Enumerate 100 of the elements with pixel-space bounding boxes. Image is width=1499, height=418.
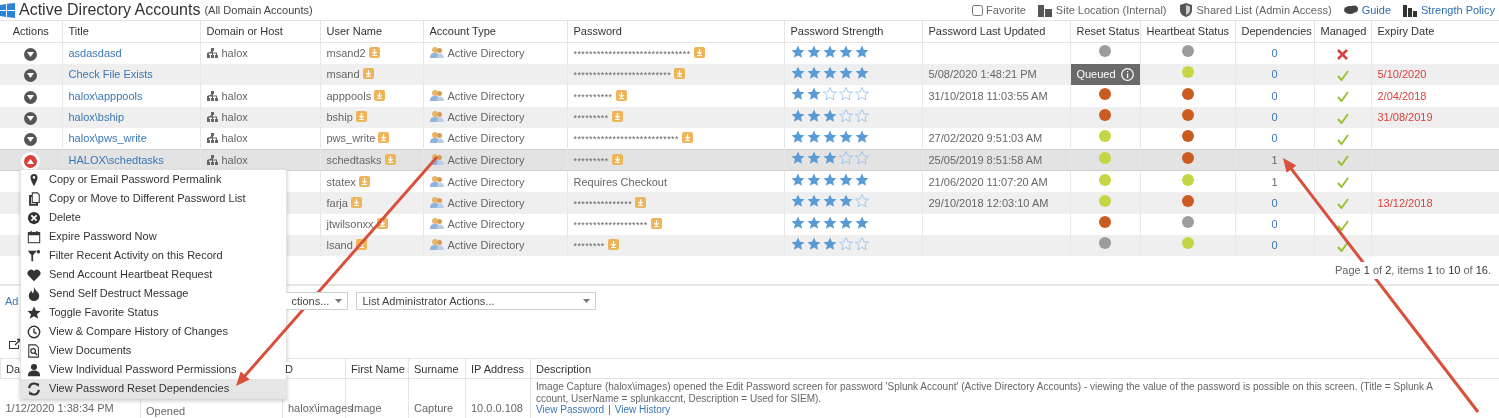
favorite-label: Favorite xyxy=(986,2,1026,18)
column-header: Expiry Date xyxy=(1371,20,1499,43)
star-icon xyxy=(838,236,853,250)
network-icon xyxy=(206,48,218,59)
updated-date: 31/10/2018 11:03:55 AM xyxy=(928,89,1048,102)
account-type: Active Directory xyxy=(447,218,525,231)
dependencies-link[interactable]: 0 xyxy=(1271,47,1278,60)
user-name: msand2 xyxy=(326,47,366,60)
flame-icon xyxy=(27,286,41,301)
favorite-checkbox[interactable] xyxy=(972,4,984,16)
row-actions-button[interactable] xyxy=(24,154,38,168)
history-link[interactable]: View Password xyxy=(536,404,605,416)
menu-item[interactable]: Toggle Favorite Status xyxy=(21,303,286,322)
menu-item[interactable]: Send Self Destruct Message xyxy=(21,284,286,303)
header-info: Shared List (Admin Access) xyxy=(1196,2,1332,18)
users-icon xyxy=(429,88,444,102)
history-link[interactable]: View History xyxy=(614,404,671,416)
domain-text: halox xyxy=(221,111,248,124)
arrow-badge-icon xyxy=(355,111,367,123)
row-actions-button[interactable] xyxy=(24,112,38,126)
menu-item[interactable]: Delete xyxy=(21,208,286,227)
menu-item[interactable]: View Individual Password Permissions xyxy=(21,360,286,379)
record-title-link[interactable]: halox\apppools xyxy=(68,89,143,102)
row-actions-button[interactable] xyxy=(24,90,38,104)
star-icon xyxy=(806,236,821,250)
dropdown[interactable]: ctions... xyxy=(286,292,349,311)
star-icon xyxy=(822,87,837,101)
star-icon xyxy=(790,65,805,79)
record-title-link[interactable]: halox\pws_write xyxy=(68,132,147,145)
filter-icon xyxy=(27,248,41,263)
arrow-badge-icon xyxy=(358,175,370,187)
arrow-badge-icon xyxy=(681,132,693,144)
menu-item[interactable]: Expire Password Now xyxy=(21,227,286,246)
dependencies-link[interactable]: 0 xyxy=(1271,132,1278,145)
star-icon xyxy=(854,108,869,122)
arrow-badge-icon xyxy=(350,196,362,208)
arrow-badge-icon xyxy=(611,111,623,123)
user-name: jtwilsonxx xyxy=(326,218,374,231)
star-icon xyxy=(790,215,805,229)
menu-item[interactable]: Copy or Email Password Permalink xyxy=(21,170,286,189)
account-type: Active Directory xyxy=(447,132,525,145)
dependencies-link[interactable]: 0 xyxy=(1271,111,1278,124)
user-name: farja xyxy=(326,196,348,209)
dependencies-link[interactable]: 0 xyxy=(1271,89,1278,102)
star-icon xyxy=(790,194,805,208)
row-actions-button[interactable] xyxy=(24,69,38,83)
star-icon xyxy=(806,151,821,165)
dropdown[interactable]: List Administrator Actions... xyxy=(356,292,597,311)
users-icon xyxy=(429,174,444,188)
user-name: pws_write xyxy=(326,132,376,145)
star-icon xyxy=(806,215,821,229)
user-name: msand xyxy=(326,68,360,81)
star-icon xyxy=(822,215,837,229)
network-icon xyxy=(206,154,218,165)
domain-text: halox xyxy=(221,132,248,145)
account-type: Active Directory xyxy=(447,153,525,166)
column-header: D xyxy=(285,362,293,375)
dependencies-link[interactable]: 0 xyxy=(1271,196,1278,209)
record-title-link[interactable]: asdasdasd xyxy=(68,47,122,60)
menu-item[interactable]: Filter Recent Activity on this Record xyxy=(21,246,286,265)
star-icon xyxy=(806,129,821,143)
account-type: Active Directory xyxy=(447,175,525,188)
password-value: ****************************** xyxy=(573,49,691,60)
network-icon xyxy=(206,133,218,144)
queued-label: Queued xyxy=(1076,67,1116,83)
users-icon xyxy=(429,46,444,60)
calendar-icon xyxy=(27,229,41,244)
column-header: Domain or Host xyxy=(200,20,320,43)
link-separator: | xyxy=(608,404,611,416)
add-link[interactable]: Ad xyxy=(5,293,19,310)
row-actions-button[interactable] xyxy=(24,133,38,147)
menu-item[interactable]: View & Compare History of Changes xyxy=(21,322,286,341)
expiry-date: 13/12/2018 xyxy=(1377,196,1433,209)
dependencies-count: 1 xyxy=(1271,153,1278,166)
users-icon xyxy=(429,217,444,231)
page-subtitle: (All Domain Accounts) xyxy=(204,2,313,18)
star-icon xyxy=(790,108,805,122)
menu-item[interactable]: Send Account Heartbeat Request xyxy=(21,265,286,284)
star-icon xyxy=(854,194,869,208)
password-value: ******** xyxy=(573,241,605,252)
star-icon xyxy=(822,194,837,208)
document-search-icon xyxy=(27,343,41,358)
user-name: schedtasks xyxy=(326,153,382,166)
menu-item[interactable]: View Password Reset Dependencies xyxy=(21,379,286,398)
dependencies-count: 1 xyxy=(1271,175,1278,188)
header-link[interactable]: Guide xyxy=(1361,1,1391,19)
arrow-badge-icon xyxy=(611,153,623,165)
dependencies-link[interactable]: 0 xyxy=(1271,68,1278,81)
menu-item[interactable]: View Documents xyxy=(21,341,286,360)
dependencies-link[interactable]: 0 xyxy=(1271,239,1278,252)
event-date: 1/12/2020 1:38:34 PM xyxy=(5,401,114,414)
arrow-badge-icon xyxy=(368,47,380,59)
star-icon xyxy=(822,173,837,187)
star-icon xyxy=(854,65,869,79)
user-name: lsand xyxy=(326,239,353,252)
header-link[interactable]: Strength Policy xyxy=(1421,1,1495,19)
row-actions-button[interactable] xyxy=(24,48,38,62)
star-icon xyxy=(790,151,805,165)
menu-item[interactable]: Copy or Move to Different Password List xyxy=(21,189,286,208)
dependencies-link[interactable]: 0 xyxy=(1271,218,1278,231)
